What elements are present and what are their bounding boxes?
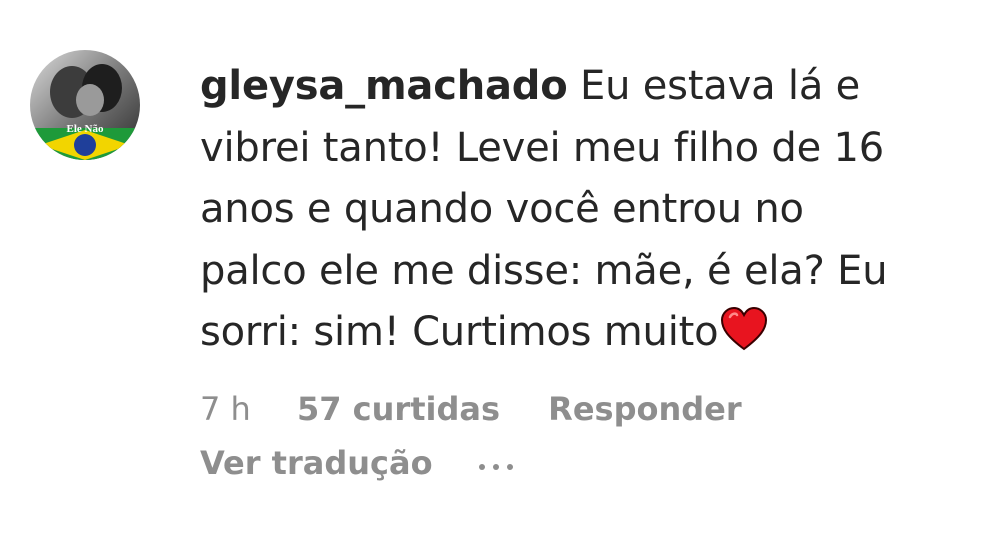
likes-count[interactable]: 57 curtidas — [297, 390, 500, 428]
dot — [478, 464, 485, 470]
avatar[interactable]: Ele Não — [30, 50, 140, 160]
comment-actions: Ver tradução — [200, 444, 521, 484]
more-options-icon[interactable] — [478, 446, 521, 484]
dot — [492, 464, 499, 470]
comment-meta: 7 h 57 curtidas Responder — [200, 390, 742, 428]
avatar-image: Ele Não — [30, 50, 140, 160]
timestamp: 7 h — [200, 390, 251, 428]
see-translation-button[interactable]: Ver tradução — [200, 444, 433, 482]
username-link[interactable]: gleysa_machado — [200, 63, 568, 109]
red-heart-icon — [721, 307, 768, 351]
reply-button[interactable]: Responder — [548, 390, 741, 428]
comment-body: gleysa_machado Eu estava lá e vibrei tan… — [200, 56, 920, 364]
avatar-overlay-text: Ele Não — [67, 123, 104, 135]
dot — [506, 464, 513, 470]
